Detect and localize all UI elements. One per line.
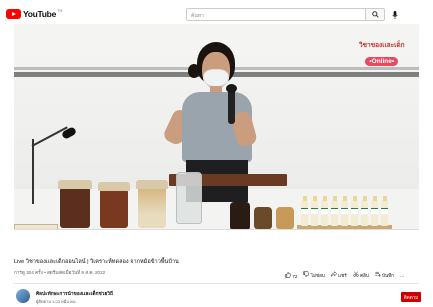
voice-search-button[interactable] — [390, 9, 400, 20]
display-table — [14, 229, 419, 254]
jar — [276, 207, 294, 229]
thumbs-up-icon — [285, 272, 291, 278]
playlist-add-icon — [375, 271, 381, 277]
handheld-mic — [226, 84, 237, 124]
jar — [60, 186, 90, 228]
overlay-title: วิชาของเเละเด็ก — [359, 42, 405, 49]
save-label: บันทึก — [382, 273, 394, 278]
search-icon — [371, 11, 379, 18]
search-input[interactable]: ค้นหา — [186, 8, 366, 21]
thumbs-down-icon — [303, 271, 310, 277]
subscribe-button[interactable]: ติดตาม — [401, 292, 421, 302]
video-actions: 72 ไม่ชอบ แชร์ คลิป บันทึก … — [285, 271, 405, 280]
channel-name[interactable]: ศิลปะทักษะการนำของเเละเด็กช่วยวิถี — [36, 290, 113, 298]
channel-subscriber-count: ผู้ติดตาม 1.03 หมื่น คน — [36, 299, 76, 304]
video-overlay-sign: วิชาของเเละเด็ก •Online• — [359, 40, 405, 68]
more-actions-button[interactable]: … — [400, 273, 405, 278]
logo-region: TH — [57, 7, 63, 13]
video-title: Live วิชาของเเละเด็กออนไลน์ | วิเคราะห์ท… — [14, 259, 179, 265]
top-bar: YouTube TH ค้นหา — [0, 0, 433, 26]
like-button[interactable]: 72 — [285, 272, 297, 279]
jar — [138, 186, 166, 228]
video-meta: การดู 304 ครั้ง • สตรีมสดเมื่อวันที่ 9 ส… — [14, 270, 106, 275]
youtube-play-icon — [6, 9, 21, 19]
like-count: 72 — [292, 274, 298, 279]
share-icon — [330, 271, 337, 277]
scissors-icon — [352, 271, 359, 277]
video-player[interactable]: วิชาของเเละเด็ก •Online• ครู ภูสวรรค — [14, 24, 419, 254]
share-label: แชร์ — [338, 273, 347, 278]
microphone-icon — [392, 10, 398, 19]
jar — [100, 188, 128, 228]
save-button[interactable]: บันทึก — [375, 271, 394, 280]
search-button[interactable] — [365, 8, 385, 21]
share-button[interactable]: แชร์ — [330, 271, 347, 280]
divider — [14, 283, 419, 284]
dislike-label: ไม่ชอบ — [310, 273, 325, 278]
overlay-badge: •Online• — [365, 57, 399, 66]
jar — [230, 202, 250, 230]
channel-avatar[interactable] — [16, 289, 30, 303]
glass-jar — [176, 172, 202, 224]
dislike-button[interactable]: ไม่ชอบ — [303, 271, 325, 280]
clip-label: คลิป — [359, 273, 369, 278]
logo-text: YouTube — [23, 9, 56, 19]
clip-button[interactable]: คลิป — [352, 271, 369, 280]
jar — [254, 207, 272, 229]
youtube-logo[interactable]: YouTube TH — [6, 8, 62, 20]
